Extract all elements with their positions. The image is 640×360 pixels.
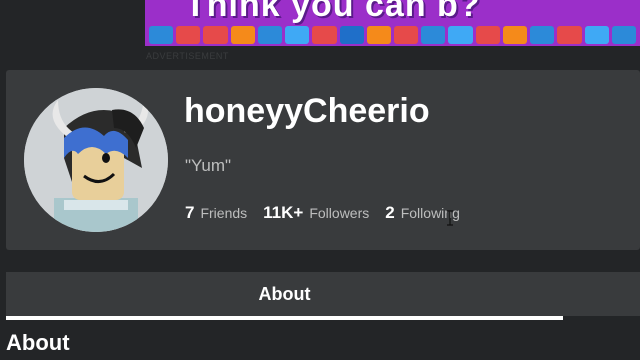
advertisement-label: ADVERTISEMENT [146, 51, 229, 61]
ad-tile [611, 26, 636, 44]
profile-status: "Yum" [185, 156, 232, 175]
ad-tile [257, 26, 283, 44]
ad-banner-text: Think you can b? [185, 0, 481, 24]
username: honeyyCheerio [184, 92, 430, 130]
friends-label: Friends [200, 205, 248, 221]
ad-tile [366, 26, 391, 44]
ad-tile [421, 26, 446, 44]
ad-tile [475, 26, 500, 44]
profile-header: honeyyCheerio "Yum" 7 Friends 11K+ Follo… [6, 70, 640, 250]
ad-tile [176, 26, 201, 44]
ad-tile [393, 26, 419, 44]
text-cursor-icon [447, 210, 453, 226]
ad-tile [312, 26, 337, 44]
ad-tile [557, 26, 582, 44]
followers-stat[interactable]: 11K+ Followers [263, 203, 369, 223]
friends-count: 7 [185, 203, 195, 222]
ad-tile [502, 26, 528, 44]
tab-about[interactable]: About [6, 272, 563, 316]
ad-tile-row [145, 26, 640, 46]
followers-count: 11K+ [263, 203, 304, 222]
ad-tile [584, 26, 609, 44]
following-count: 2 [385, 203, 395, 222]
advertisement-banner[interactable]: Think you can b? [145, 0, 640, 46]
ad-tile [149, 26, 174, 44]
friends-stat[interactable]: 7 Friends [185, 203, 247, 223]
ad-tile [285, 26, 310, 44]
profile-stats: 7 Friends 11K+ Followers 2 Following [185, 203, 476, 223]
ad-tile [230, 26, 255, 44]
followers-label: Followers [309, 205, 370, 221]
avatar-headshot-icon [24, 88, 168, 232]
profile-tab-bar: About [6, 272, 640, 320]
about-section-title: About [6, 330, 70, 355]
ad-tile [448, 26, 473, 44]
avatar[interactable] [24, 88, 168, 232]
ad-tile [203, 26, 228, 44]
ad-tile [530, 26, 555, 44]
active-tab-indicator [6, 316, 563, 320]
ad-tile [339, 26, 364, 44]
